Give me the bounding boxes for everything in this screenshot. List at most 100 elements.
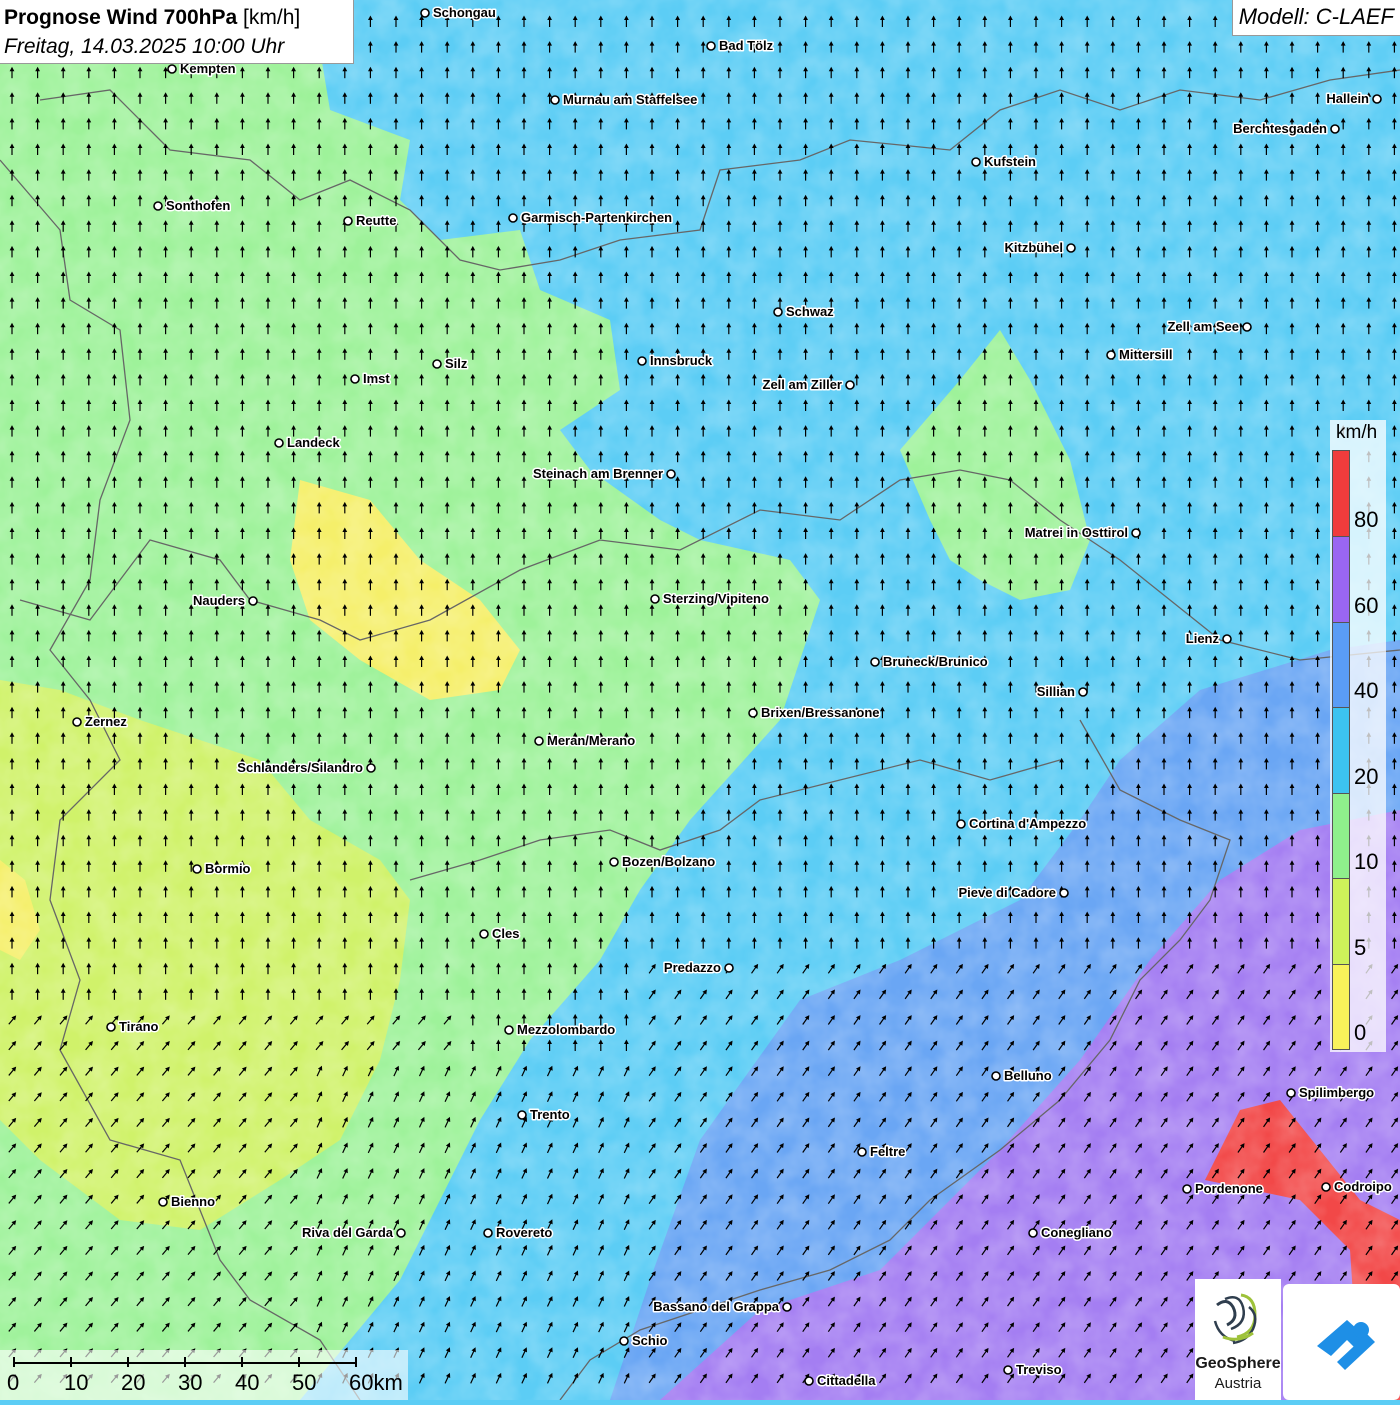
city-marker[interactable]	[1004, 1366, 1012, 1374]
city-marker[interactable]	[275, 439, 283, 447]
legend-swatch	[1333, 622, 1349, 707]
city-marker[interactable]	[651, 595, 659, 603]
city-marker[interactable]	[551, 96, 559, 104]
city-label: Sillian	[1037, 684, 1075, 699]
city-label: Bassano del Grappa	[653, 1299, 779, 1314]
city-marker[interactable]	[972, 158, 980, 166]
city-label: Kufstein	[984, 154, 1036, 169]
city-label: Silz	[445, 356, 468, 371]
city-label: Conegliano	[1041, 1225, 1112, 1240]
city-marker[interactable]	[107, 1023, 115, 1031]
scale-label: 0	[7, 1370, 19, 1396]
city-marker[interactable]	[783, 1303, 791, 1311]
city-marker[interactable]	[73, 718, 81, 726]
city-marker[interactable]	[1107, 351, 1115, 359]
scale-tick	[298, 1357, 300, 1367]
city-marker[interactable]	[193, 865, 201, 873]
city-marker[interactable]	[1067, 244, 1075, 252]
city-marker[interactable]	[480, 930, 488, 938]
map-title-text: Prognose Wind 700hPa	[4, 6, 237, 29]
legend-label: 5	[1354, 935, 1366, 961]
city-marker[interactable]	[1183, 1185, 1191, 1193]
city-label: Brixen/Bressanone	[761, 705, 880, 720]
city-marker[interactable]	[1322, 1183, 1330, 1191]
city-label: Feltre	[870, 1144, 905, 1159]
scale-label: 10	[64, 1370, 88, 1396]
city-marker[interactable]	[1223, 635, 1231, 643]
city-label: Spilimbergo	[1299, 1085, 1374, 1100]
city-marker[interactable]	[707, 42, 715, 50]
city-marker[interactable]	[1243, 323, 1251, 331]
city-marker[interactable]	[351, 375, 359, 383]
city-label: Schongau	[433, 5, 496, 20]
city-marker[interactable]	[433, 360, 441, 368]
city-label: Zernez	[85, 714, 127, 729]
city-marker[interactable]	[421, 9, 429, 17]
city-marker[interactable]	[992, 1072, 1000, 1080]
scale-tick	[13, 1357, 15, 1367]
city-marker[interactable]	[774, 308, 782, 316]
city-marker[interactable]	[509, 214, 517, 222]
city-label: Bienno	[171, 1194, 215, 1209]
city-marker[interactable]	[168, 65, 176, 73]
weather-app-logo[interactable]	[1283, 1284, 1400, 1400]
city-marker[interactable]	[610, 858, 618, 866]
city-marker[interactable]	[159, 1198, 167, 1206]
city-label: Cles	[492, 926, 519, 941]
city-marker[interactable]	[397, 1229, 405, 1237]
city-label: Cittadella	[817, 1373, 876, 1388]
city-label: Landeck	[287, 435, 341, 450]
city-marker[interactable]	[1373, 95, 1381, 103]
city-label: Innsbruck	[650, 353, 713, 368]
legend-label: 10	[1354, 849, 1378, 875]
city-label: Schwaz	[786, 304, 834, 319]
scale-tick	[184, 1357, 186, 1367]
geosphere-logo[interactable]: GeoSphere Austria	[1195, 1279, 1281, 1400]
city-marker[interactable]	[535, 737, 543, 745]
city-marker[interactable]	[367, 764, 375, 772]
city-marker[interactable]	[620, 1337, 628, 1345]
city-marker[interactable]	[749, 709, 757, 717]
city-marker[interactable]	[1029, 1229, 1037, 1237]
city-label: Pordenone	[1195, 1181, 1263, 1196]
city-label: Mezzolombardo	[517, 1022, 615, 1037]
city-marker[interactable]	[805, 1377, 813, 1385]
legend-label: 60	[1354, 593, 1378, 619]
city-marker[interactable]	[249, 597, 257, 605]
city-marker[interactable]	[344, 217, 352, 225]
city-marker[interactable]	[871, 658, 879, 666]
legend-swatch	[1333, 536, 1349, 621]
map-title-box: Prognose Wind 700hPa [km/h] Freitag, 14.…	[0, 0, 354, 64]
city-marker[interactable]	[154, 202, 162, 210]
weather-app-logo-icon	[1283, 1284, 1400, 1400]
city-marker[interactable]	[1287, 1089, 1295, 1097]
city-marker[interactable]	[1331, 125, 1339, 133]
scale-label: 40	[235, 1370, 259, 1396]
city-marker[interactable]	[638, 357, 646, 365]
scale-tick	[70, 1357, 72, 1367]
city-marker[interactable]	[1060, 889, 1068, 897]
legend-swatch	[1333, 451, 1349, 536]
city-marker[interactable]	[1079, 688, 1087, 696]
city-marker[interactable]	[858, 1148, 866, 1156]
city-marker[interactable]	[667, 470, 675, 478]
legend-label: 0	[1354, 1020, 1366, 1046]
city-marker[interactable]	[505, 1026, 513, 1034]
color-legend: km/h 806040201050	[1330, 420, 1386, 1052]
legend-unit: km/h	[1336, 422, 1377, 444]
scale-label: 30	[178, 1370, 202, 1396]
city-label: Trento	[530, 1107, 570, 1122]
city-marker[interactable]	[725, 964, 733, 972]
city-label: Bormio	[205, 861, 251, 876]
city-marker[interactable]	[957, 820, 965, 828]
wind-map[interactable]: SchongauBad TölzKemptenMurnau am Staffel…	[0, 0, 1400, 1400]
city-marker[interactable]	[1132, 529, 1140, 537]
city-label: Steinach am Brenner	[533, 466, 663, 481]
legend-label: 40	[1354, 678, 1378, 704]
city-marker[interactable]	[484, 1229, 492, 1237]
city-label: Riva del Garda	[302, 1225, 394, 1240]
city-marker[interactable]	[518, 1111, 526, 1119]
city-marker[interactable]	[846, 381, 854, 389]
legend-swatch	[1333, 793, 1349, 878]
city-label: Reutte	[356, 213, 396, 228]
